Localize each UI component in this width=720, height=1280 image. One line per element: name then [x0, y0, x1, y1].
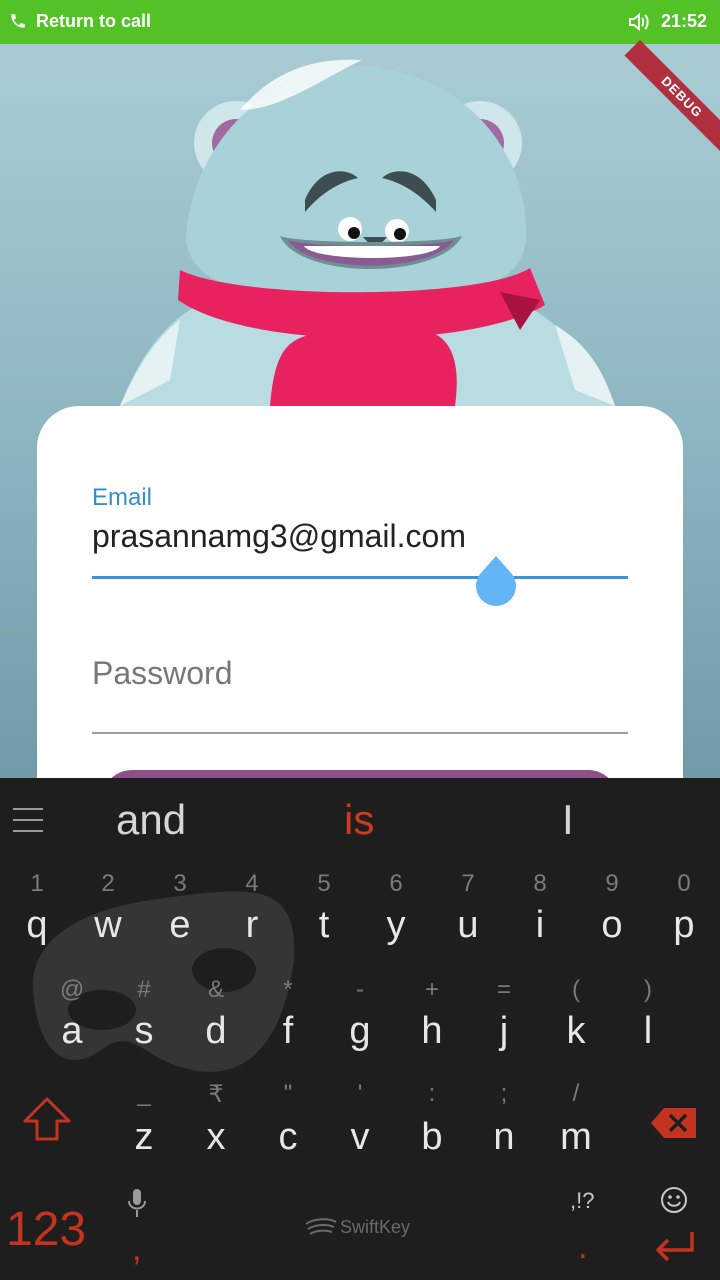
key-f[interactable]: f — [263, 1010, 313, 1053]
key-t[interactable]: t — [299, 904, 349, 947]
key-hint: @ — [59, 976, 85, 1003]
key-m[interactable]: m — [551, 1116, 601, 1159]
suggestion-item[interactable]: and — [116, 796, 186, 844]
key-b[interactable]: b — [407, 1116, 457, 1159]
enter-icon[interactable] — [652, 1228, 696, 1264]
key-o[interactable]: o — [587, 904, 637, 947]
phone-icon — [11, 14, 25, 28]
key-y[interactable]: y — [371, 904, 421, 947]
swiftkey-label: SwiftKey — [340, 1217, 411, 1237]
key-n[interactable]: n — [479, 1116, 529, 1159]
microphone-icon[interactable] — [126, 1188, 148, 1218]
suggestion-item[interactable]: is — [344, 796, 374, 844]
numbers-key[interactable]: 123 — [6, 1202, 86, 1257]
email-label: Email — [92, 484, 153, 511]
key-hint: 1 — [30, 870, 44, 897]
key-p[interactable]: p — [659, 904, 709, 947]
key-a[interactable]: a — [47, 1010, 97, 1053]
key-hint: ( — [572, 976, 580, 1003]
swiftkey-logo[interactable]: SwiftKey — [304, 1216, 424, 1240]
key-hint: 0 — [677, 870, 691, 897]
key-hint: 4 — [245, 870, 259, 897]
text-cursor-handle[interactable] — [476, 556, 516, 606]
key-z[interactable]: z — [119, 1116, 169, 1159]
key-hint: _ — [137, 1080, 151, 1107]
key-hint: # — [137, 976, 151, 1003]
key-hint: - — [356, 976, 364, 1003]
keyboard: and is I 1 2 3 4 5 6 7 8 9 0 q w e r t y… — [0, 778, 720, 1280]
key-hint: ) — [644, 976, 652, 1003]
punctuation-key[interactable]: ,!? — [570, 1188, 594, 1214]
swiftkey-swoosh-icon — [305, 1218, 337, 1235]
return-to-call-label[interactable]: Return to call — [36, 11, 151, 32]
key-g[interactable]: g — [335, 1010, 385, 1053]
menu-icon[interactable] — [13, 806, 43, 834]
key-hint: ' — [357, 1080, 363, 1107]
shift-icon[interactable] — [22, 1096, 72, 1142]
period-key[interactable]: . — [578, 1228, 587, 1267]
key-hint: 3 — [173, 870, 187, 897]
email-field[interactable]: prasannamg3@gmail.com — [92, 518, 466, 555]
key-hint: 6 — [389, 870, 403, 897]
key-hint: 8 — [533, 870, 547, 897]
key-r[interactable]: r — [227, 904, 277, 947]
backspace-icon[interactable] — [650, 1106, 698, 1140]
login-card — [37, 406, 683, 826]
key-v[interactable]: v — [335, 1116, 385, 1159]
emoji-icon[interactable] — [660, 1186, 688, 1214]
speaker-icon — [629, 12, 649, 32]
suggestion-item[interactable]: I — [562, 796, 574, 844]
key-hint: " — [283, 1080, 293, 1107]
key-e[interactable]: e — [155, 904, 205, 947]
key-hint: + — [424, 976, 439, 1003]
key-hint: * — [283, 976, 293, 1003]
key-hint: = — [496, 976, 511, 1003]
key-hint: ; — [500, 1080, 508, 1107]
key-hint: : — [428, 1080, 436, 1107]
key-hint: & — [207, 976, 224, 1003]
key-j[interactable]: j — [479, 1010, 529, 1053]
key-x[interactable]: x — [191, 1116, 241, 1159]
key-hint: ₹ — [208, 1081, 224, 1108]
key-hint: 9 — [605, 870, 619, 897]
password-field[interactable]: Password — [92, 655, 233, 692]
key-c[interactable]: c — [263, 1116, 313, 1159]
password-underline — [92, 732, 628, 734]
clock: 21:52 — [661, 11, 708, 31]
key-hint: 2 — [101, 870, 115, 897]
key-l[interactable]: l — [623, 1010, 673, 1053]
email-underline — [92, 576, 628, 579]
comma-key[interactable]: , — [132, 1230, 141, 1269]
key-k[interactable]: k — [551, 1010, 601, 1053]
key-d[interactable]: d — [191, 1010, 241, 1053]
key-s[interactable]: s — [119, 1010, 169, 1053]
key-q[interactable]: q — [12, 904, 62, 947]
key-i[interactable]: i — [515, 904, 565, 947]
bear-mascot — [120, 59, 615, 406]
key-hint: / — [572, 1080, 580, 1107]
key-h[interactable]: h — [407, 1010, 457, 1053]
key-hint: 7 — [461, 870, 475, 897]
status-bar[interactable]: Return to call 21:52 — [0, 0, 720, 44]
key-u[interactable]: u — [443, 904, 493, 947]
key-hint: 5 — [317, 870, 331, 897]
key-w[interactable]: w — [83, 904, 133, 947]
